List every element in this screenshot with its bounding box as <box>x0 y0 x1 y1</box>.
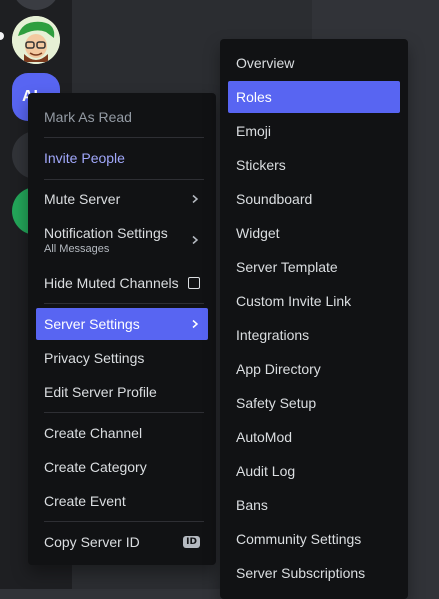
submenu-item-audit-log[interactable]: Audit Log <box>228 455 400 487</box>
menu-item-label: Notification Settings <box>44 225 168 241</box>
menu-separator <box>44 303 204 304</box>
menu-item-label: Soundboard <box>236 191 313 207</box>
copy-server-id-item[interactable]: Copy Server ID ID <box>36 526 208 558</box>
menu-item-label: Server Template <box>236 259 338 275</box>
hide-muted-channels-item[interactable]: Hide Muted Channels <box>36 267 208 299</box>
menu-item-label: Roles <box>236 89 272 105</box>
submenu-item-app-directory[interactable]: App Directory <box>228 353 400 385</box>
menu-item-label: Invite People <box>44 150 125 166</box>
cartoon-face-icon <box>12 16 60 64</box>
submenu-item-custom-invite-link[interactable]: Custom Invite Link <box>228 285 400 317</box>
submenu-item-safety-setup[interactable]: Safety Setup <box>228 387 400 419</box>
create-channel-item[interactable]: Create Channel <box>36 417 208 449</box>
selected-server-pill <box>0 32 4 40</box>
menu-item-label: Integrations <box>236 327 310 343</box>
menu-item-label: Create Channel <box>44 425 143 441</box>
menu-item-label: AutoMod <box>236 429 293 445</box>
chevron-right-icon <box>190 235 200 245</box>
menu-separator <box>44 412 204 413</box>
submenu-item-widget[interactable]: Widget <box>228 217 400 249</box>
notification-settings-item[interactable]: Notification Settings All Messages <box>36 220 208 260</box>
submenu-item-roles[interactable]: Roles <box>228 81 400 113</box>
menu-item-label: Server Settings <box>44 316 140 332</box>
edit-server-profile-item[interactable]: Edit Server Profile <box>36 376 208 408</box>
privacy-settings-item[interactable]: Privacy Settings <box>36 342 208 374</box>
submenu-item-stickers[interactable]: Stickers <box>228 149 400 181</box>
submenu-item-server-subscriptions[interactable]: Server Subscriptions <box>228 557 400 589</box>
submenu-item-community-settings[interactable]: Community Settings <box>228 523 400 555</box>
menu-item-label: Server Subscriptions <box>236 565 366 581</box>
submenu-item-integrations[interactable]: Integrations <box>228 319 400 351</box>
menu-item-label: Edit Server Profile <box>44 384 157 400</box>
submenu-item-overview[interactable]: Overview <box>228 47 400 79</box>
id-icon: ID <box>183 536 200 548</box>
menu-item-label: Custom Invite Link <box>236 293 352 309</box>
chevron-right-icon <box>190 319 200 329</box>
create-category-item[interactable]: Create Category <box>36 451 208 483</box>
mute-server-item[interactable]: Mute Server <box>36 183 208 215</box>
menu-item-label: Mark As Read <box>44 109 132 125</box>
menu-item-label: Mute Server <box>44 191 121 207</box>
chevron-right-icon <box>190 194 200 204</box>
menu-item-label: Create Category <box>44 459 147 475</box>
mark-as-read-item[interactable]: Mark As Read <box>36 101 208 133</box>
server-settings-submenu: Overview Roles Emoji Stickers Soundboard… <box>220 39 408 599</box>
submenu-item-server-template[interactable]: Server Template <box>228 251 400 283</box>
menu-item-label: Overview <box>236 55 295 71</box>
server-settings-item[interactable]: Server Settings <box>36 308 208 340</box>
menu-item-label: Widget <box>236 225 280 241</box>
submenu-item-bans[interactable]: Bans <box>228 489 400 521</box>
menu-item-label: Stickers <box>236 157 286 173</box>
menu-item-label: Safety Setup <box>236 395 317 411</box>
menu-item-label: Hide Muted Channels <box>44 275 179 291</box>
server-icon-avatar[interactable] <box>12 16 60 64</box>
menu-item-label: Privacy Settings <box>44 350 145 366</box>
menu-item-label: App Directory <box>236 361 321 377</box>
submenu-item-automod[interactable]: AutoMod <box>228 421 400 453</box>
menu-item-label: Bans <box>236 497 268 513</box>
menu-separator <box>44 137 204 138</box>
menu-item-label: Copy Server ID <box>44 534 140 550</box>
menu-item-label: Emoji <box>236 123 272 139</box>
submenu-item-emoji[interactable]: Emoji <box>228 115 400 147</box>
menu-separator <box>44 179 204 180</box>
menu-item-label: Create Event <box>44 493 126 509</box>
menu-item-label: Community Settings <box>236 531 362 547</box>
menu-separator <box>44 521 204 522</box>
server-icon-top[interactable] <box>12 0 60 10</box>
server-context-menu: Mark As Read Invite People Mute Server N… <box>28 93 216 565</box>
menu-item-sublabel: All Messages <box>44 243 110 255</box>
submenu-item-soundboard[interactable]: Soundboard <box>228 183 400 215</box>
checkbox-unchecked[interactable] <box>188 277 200 289</box>
menu-item-label: Audit Log <box>236 463 296 479</box>
invite-people-item[interactable]: Invite People <box>36 142 208 174</box>
create-event-item[interactable]: Create Event <box>36 485 208 517</box>
